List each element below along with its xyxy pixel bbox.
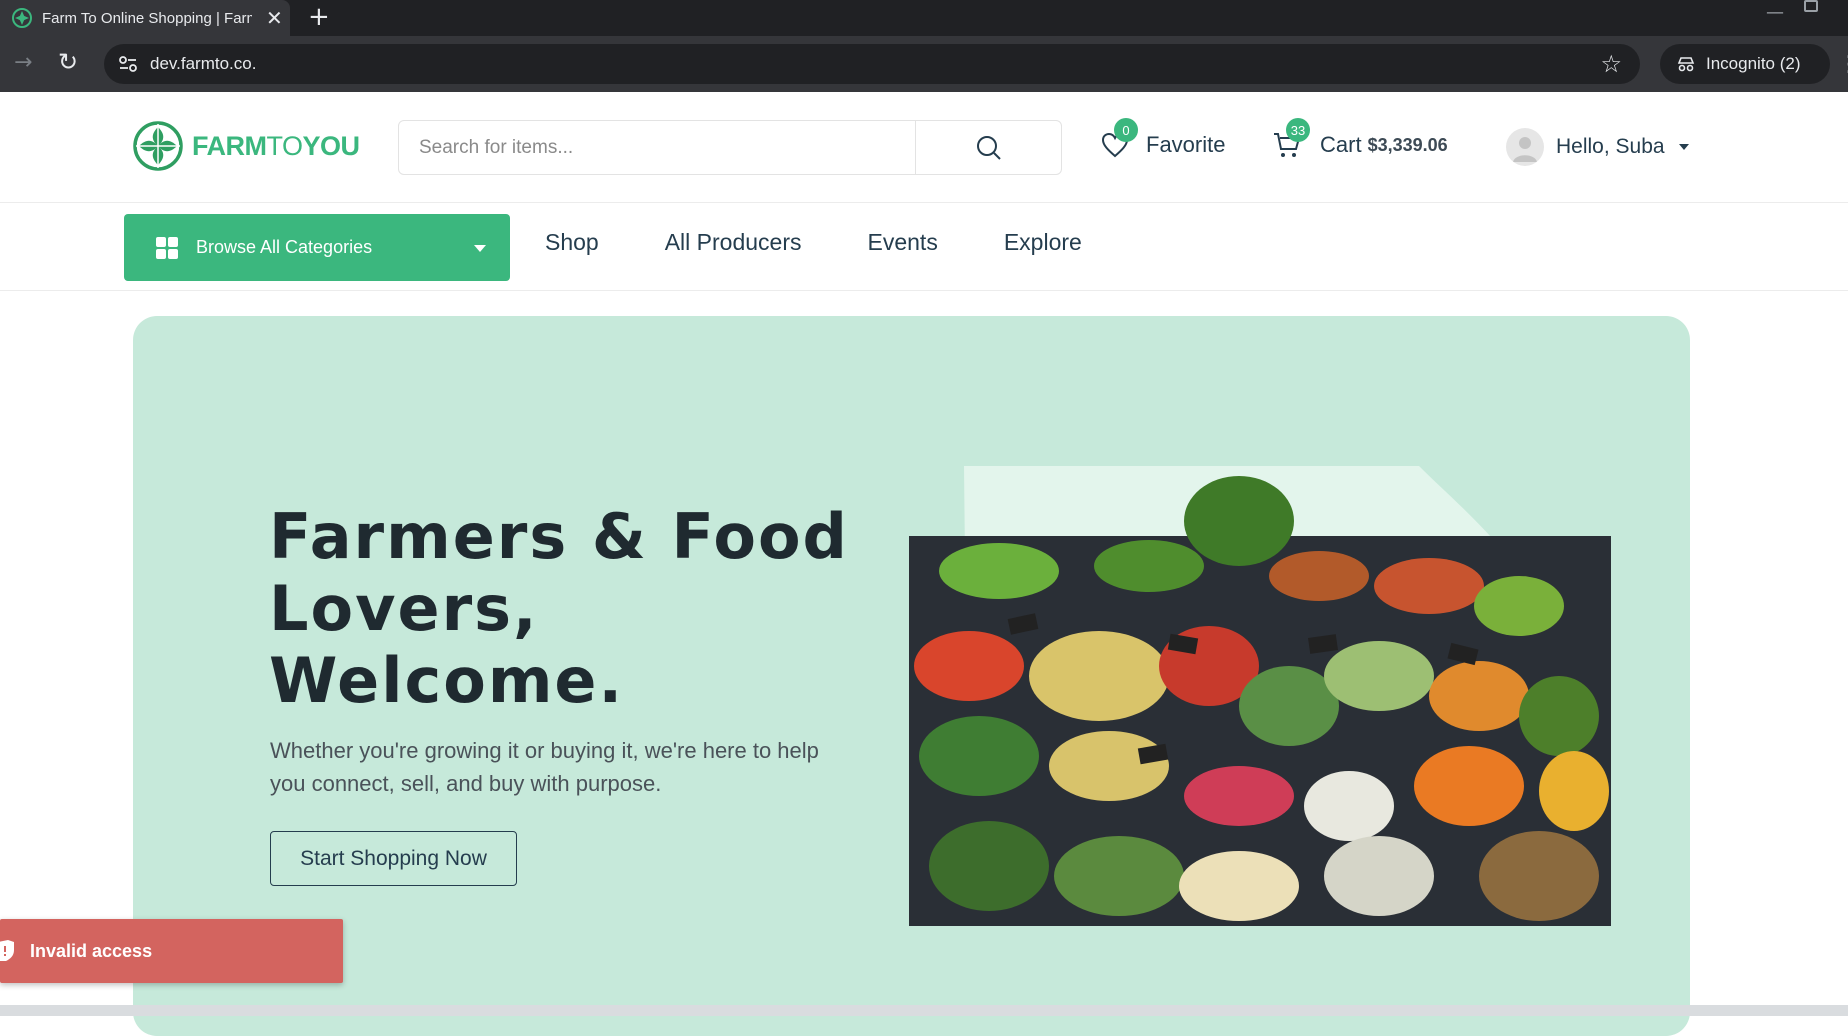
nav-links: Shop All Producers Events Explore — [545, 229, 1148, 256]
hero-title-line: Welcome. — [269, 644, 625, 717]
favorite-label: Favorite — [1146, 132, 1226, 157]
logo-text: FARMTOYOU — [192, 130, 360, 161]
nav-item-shop[interactable]: Shop — [545, 229, 599, 256]
nav-item-all-producers[interactable]: All Producers — [665, 229, 802, 256]
browse-categories-button[interactable]: Browse All Categories — [124, 214, 510, 281]
reload-icon[interactable]: ↻ — [58, 48, 78, 76]
nav-item-events[interactable]: Events — [868, 229, 938, 256]
cart-link[interactable]: 33 Cart $3,339.06 — [1272, 118, 1448, 160]
hero-title-line: Lovers, — [269, 572, 539, 645]
user-menu[interactable]: Hello, Suba — [1506, 128, 1689, 166]
error-toast: Invalid access — [0, 919, 343, 983]
grid-icon — [156, 236, 178, 259]
restore-icon[interactable] — [1804, 0, 1818, 12]
tab-close-icon[interactable]: ✕ — [266, 6, 283, 30]
avatar — [1506, 128, 1544, 166]
start-shopping-button[interactable]: Start Shopping Now — [270, 831, 517, 886]
shield-icon — [0, 940, 14, 961]
search-box — [398, 120, 1062, 175]
favorite-link[interactable]: 0 Favorite — [1100, 118, 1226, 160]
cart-label: Cart — [1320, 132, 1362, 157]
site-header: FARMTOYOU 0 Favorite 33 Cart — [0, 92, 1848, 203]
tab-title: Farm To Online Shopping | Farm — [42, 9, 252, 27]
browser-tabbar: Farm To Online Shopping | Farm ✕ + — — [0, 0, 1848, 36]
favorite-count-badge: 0 — [1114, 118, 1138, 142]
site-settings-icon[interactable] — [118, 55, 138, 73]
user-icon — [1513, 137, 1537, 162]
url-text: dev.farmto.co. — [150, 54, 257, 73]
incognito-icon — [1677, 57, 1695, 72]
search-button[interactable] — [915, 121, 1061, 174]
hero-title: Farmers & Food Lovers, Welcome. — [269, 501, 869, 717]
browser-toolbar: → ↻ dev.farmto.co. ☆ Incognito (2) ⋮ — [0, 36, 1848, 92]
search-input[interactable] — [399, 121, 915, 174]
farm-favicon-icon — [12, 8, 32, 28]
browse-categories-label: Browse All Categories — [196, 237, 373, 257]
toast-message: Invalid access — [30, 940, 153, 961]
cart-count-badge: 33 — [1286, 118, 1310, 142]
cart-total: $3,339.06 — [1367, 134, 1448, 155]
user-greeting: Hello, Suba — [1556, 135, 1665, 158]
chevron-down-icon — [474, 245, 486, 252]
minimize-icon[interactable]: — — [1766, 2, 1784, 23]
incognito-button[interactable]: Incognito (2) — [1660, 44, 1830, 84]
bookmark-star-icon[interactable]: ☆ — [1600, 50, 1622, 78]
incognito-label: Incognito (2) — [1706, 54, 1801, 73]
search-icon — [976, 135, 1001, 160]
chevron-down-icon — [1678, 144, 1689, 150]
hero-banner: Farmers & Food Lovers, Welcome. Whether … — [133, 316, 1690, 1036]
forward-icon[interactable]: → — [14, 50, 32, 75]
hero-subtitle: Whether you're growing it or buying it, … — [270, 738, 819, 796]
farm-logo-icon — [133, 121, 183, 171]
hero-title-line: Farmers & Food — [269, 500, 849, 573]
new-tab-button[interactable]: + — [308, 2, 330, 32]
browser-menu-icon[interactable]: ⋮ — [1838, 52, 1848, 77]
os-taskbar — [0, 1005, 1848, 1016]
browser-tab[interactable]: Farm To Online Shopping | Farm ✕ — [0, 0, 290, 36]
produce-market-image — [909, 466, 1611, 926]
nav-item-explore[interactable]: Explore — [1004, 229, 1082, 256]
address-bar[interactable]: dev.farmto.co. ☆ — [104, 44, 1640, 84]
site-logo[interactable]: FARMTOYOU — [132, 120, 360, 172]
main-nav: Browse All Categories Shop All Producers… — [0, 203, 1848, 291]
